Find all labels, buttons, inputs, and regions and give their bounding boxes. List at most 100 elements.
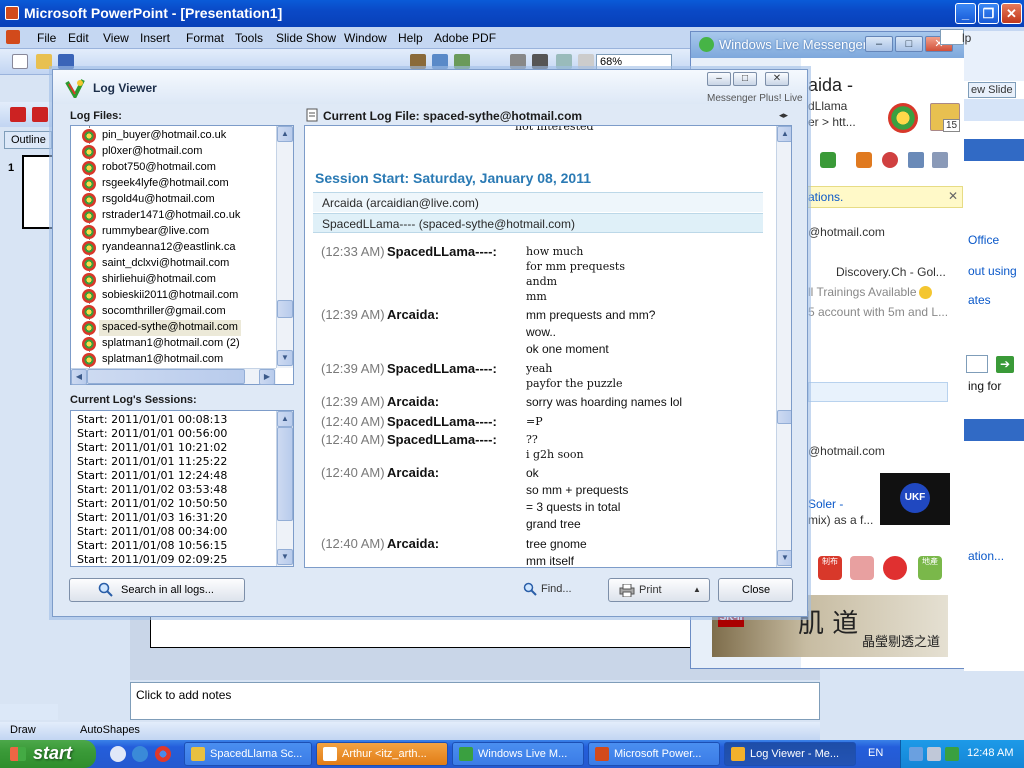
expand-icon[interactable]	[510, 54, 526, 69]
log-file-item[interactable]: rsgold4u@hotmail.com	[99, 192, 218, 208]
hscroll-thumb[interactable]	[87, 369, 245, 384]
find-button[interactable]: Find...	[519, 579, 579, 601]
scroll-down-arrow-icon[interactable]: ▼	[277, 549, 293, 565]
menu-edit[interactable]: Edit	[68, 31, 89, 45]
close-button[interactable]: ✕	[1001, 3, 1022, 24]
games-icon[interactable]	[856, 152, 872, 168]
menu-help[interactable]: Help	[398, 31, 423, 45]
color-icon[interactable]	[578, 54, 594, 69]
taskbar-button[interactable]: Arthur <itz_arth...	[316, 742, 448, 766]
session-item[interactable]: Start: 2011/01/01 12:24:48	[77, 469, 227, 482]
news-item-2[interactable]: ll Trainings Available	[808, 285, 917, 299]
session-item[interactable]: Start: 2011/01/01 00:08:13	[77, 413, 227, 426]
log-file-item[interactable]: splatman1@hotmail.com	[99, 352, 226, 368]
log-file-item[interactable]: shirliehui@hotmail.com	[99, 272, 219, 288]
scroll-up-arrow-icon[interactable]: ▲	[277, 126, 293, 142]
log-file-item[interactable]: splatman1@hotmail.com (2)	[99, 336, 243, 352]
minimize-button[interactable]: _	[955, 3, 976, 24]
scroll-thumb[interactable]	[777, 410, 791, 424]
log-file-item[interactable]: socomthriller@gmail.com	[99, 304, 229, 320]
log-file-item[interactable]: sobieskii2011@hotmail.com	[99, 288, 241, 304]
notice-text[interactable]: ations.	[808, 190, 843, 204]
open-icon[interactable]	[36, 54, 52, 69]
log-file-item[interactable]: pin_buyer@hotmail.co.uk	[99, 128, 229, 144]
menu-slide-show[interactable]: Slide Show	[276, 31, 336, 45]
help-search-box[interactable]	[940, 29, 964, 45]
menu-icon[interactable]	[932, 152, 948, 168]
draw-menu[interactable]: Draw	[10, 724, 36, 736]
taskbar-button[interactable]: Log Viewer - Me...	[724, 742, 856, 766]
heart-icon[interactable]	[883, 556, 907, 580]
session-item[interactable]: Start: 2011/01/08 10:56:15	[77, 539, 227, 552]
right-fragment-5[interactable]: ation...	[968, 549, 1004, 563]
scroll-down-arrow-icon[interactable]: ▼	[277, 350, 293, 366]
autoshapes-menu[interactable]: AutoShapes	[80, 724, 140, 736]
session-item[interactable]: Start: 2011/01/02 10:50:50	[77, 497, 227, 510]
log-file-item[interactable]: ryandeanna12@eastlink.ca	[99, 240, 238, 256]
print-button[interactable]: Print ▲	[608, 578, 710, 602]
scroll-left-arrow-icon[interactable]: ◀	[71, 369, 87, 385]
taskbar-button[interactable]: SpacedLlama Sc...	[184, 742, 312, 766]
menu-format[interactable]: Format	[186, 31, 224, 45]
cn-icon-1[interactable]: 制布	[818, 556, 842, 580]
table-icon[interactable]	[432, 54, 448, 69]
save-icon[interactable]	[58, 54, 74, 69]
taskbar-button[interactable]: Windows Live M...	[452, 742, 584, 766]
files-vscrollbar[interactable]: ▲ ▼	[276, 126, 293, 368]
log-file-item[interactable]: saint_dclxvi@hotmail.com	[99, 256, 232, 272]
menu-tools[interactable]: Tools	[235, 31, 263, 45]
log-file-item[interactable]: spaced-sythe@hotmail.com	[99, 320, 241, 336]
news-item-3[interactable]: 5 account with 5m and L...	[808, 305, 948, 319]
messenger-search-bar[interactable]	[808, 382, 948, 402]
sharing-icon[interactable]	[882, 152, 898, 168]
news-item-1[interactable]: Discovery.Ch - Gol...	[836, 265, 946, 279]
pdf-icon[interactable]	[10, 107, 26, 122]
taskbar-button[interactable]: Microsoft Power...	[588, 742, 720, 766]
notice-close-icon[interactable]: ✕	[948, 189, 958, 203]
session-item[interactable]: Start: 2011/01/01 11:25:22	[77, 455, 227, 468]
menu-window[interactable]: Window	[344, 31, 387, 45]
search-field[interactable]	[966, 355, 988, 373]
contact-email[interactable]: @hotmail.com	[808, 225, 885, 239]
panel-resize-icon[interactable]: ◂▸	[779, 110, 788, 121]
grid-icon[interactable]	[556, 54, 572, 69]
log-vscrollbar[interactable]: ▲ ▼	[776, 126, 791, 567]
menu-adobe-pdf[interactable]: Adobe PDF	[434, 31, 496, 45]
log-content[interactable]: not interested Session Start: Saturday, …	[304, 125, 792, 568]
network-icon[interactable]	[909, 747, 923, 761]
lv-close-button[interactable]: ✕	[765, 72, 789, 86]
cn-icon-2[interactable]: 地產	[918, 556, 942, 580]
scroll-up-arrow-icon[interactable]: ▲	[777, 126, 791, 142]
messenger-display-name[interactable]: aida -	[808, 75, 853, 96]
ad-text-1[interactable]: Soler -	[808, 497, 843, 511]
ad-image-ukf[interactable]: UKF	[880, 473, 950, 525]
messenger-minimize-button[interactable]: –	[865, 36, 893, 52]
scroll-thumb[interactable]	[277, 427, 293, 521]
new-slide-button[interactable]: ew Slide	[968, 82, 1016, 98]
quicklaunch-chrome-icon[interactable]	[155, 746, 171, 762]
log-file-item[interactable]: robot750@hotmail.com	[99, 160, 219, 176]
chart-icon[interactable]	[410, 54, 426, 69]
files-hscrollbar[interactable]: ◀ ▶	[71, 368, 276, 385]
email-heart-icon[interactable]	[850, 556, 874, 580]
log-file-item[interactable]: pl0xer@hotmail.com	[99, 144, 205, 160]
scroll-up-arrow-icon[interactable]: ▲	[277, 411, 293, 427]
session-item[interactable]: Start: 2011/01/09 02:09:25	[77, 553, 227, 566]
menu-file[interactable]: File	[37, 31, 56, 45]
menu-insert[interactable]: Insert	[140, 31, 170, 45]
dropdown-arrow-icon[interactable]: ▲	[693, 585, 701, 594]
log-file-item[interactable]: rstrader1471@hotmail.co.uk	[99, 208, 243, 224]
session-item[interactable]: Start: 2011/01/02 03:53:48	[77, 483, 227, 496]
new-icon[interactable]	[12, 54, 28, 69]
notes-pane[interactable]: Click to add notes	[130, 682, 820, 720]
sessions-list[interactable]: Start: 2011/01/01 00:08:13 Start: 2011/01…	[70, 410, 294, 567]
format-icon[interactable]	[532, 54, 548, 69]
log-files-tree[interactable]: pin_buyer@hotmail.co.uk pl0xer@hotmail.co…	[70, 125, 294, 385]
scroll-thumb[interactable]	[277, 300, 293, 318]
ad-text-2[interactable]: mix) as a f...	[808, 513, 873, 527]
sessions-vscrollbar[interactable]: ▲ ▼	[276, 411, 293, 566]
session-item[interactable]: Start: 2011/01/03 16:31:20	[77, 511, 227, 524]
add-contact-icon[interactable]	[820, 152, 836, 168]
right-fragment-3[interactable]: ates	[968, 293, 991, 307]
scroll-right-arrow-icon[interactable]: ▶	[259, 369, 275, 385]
